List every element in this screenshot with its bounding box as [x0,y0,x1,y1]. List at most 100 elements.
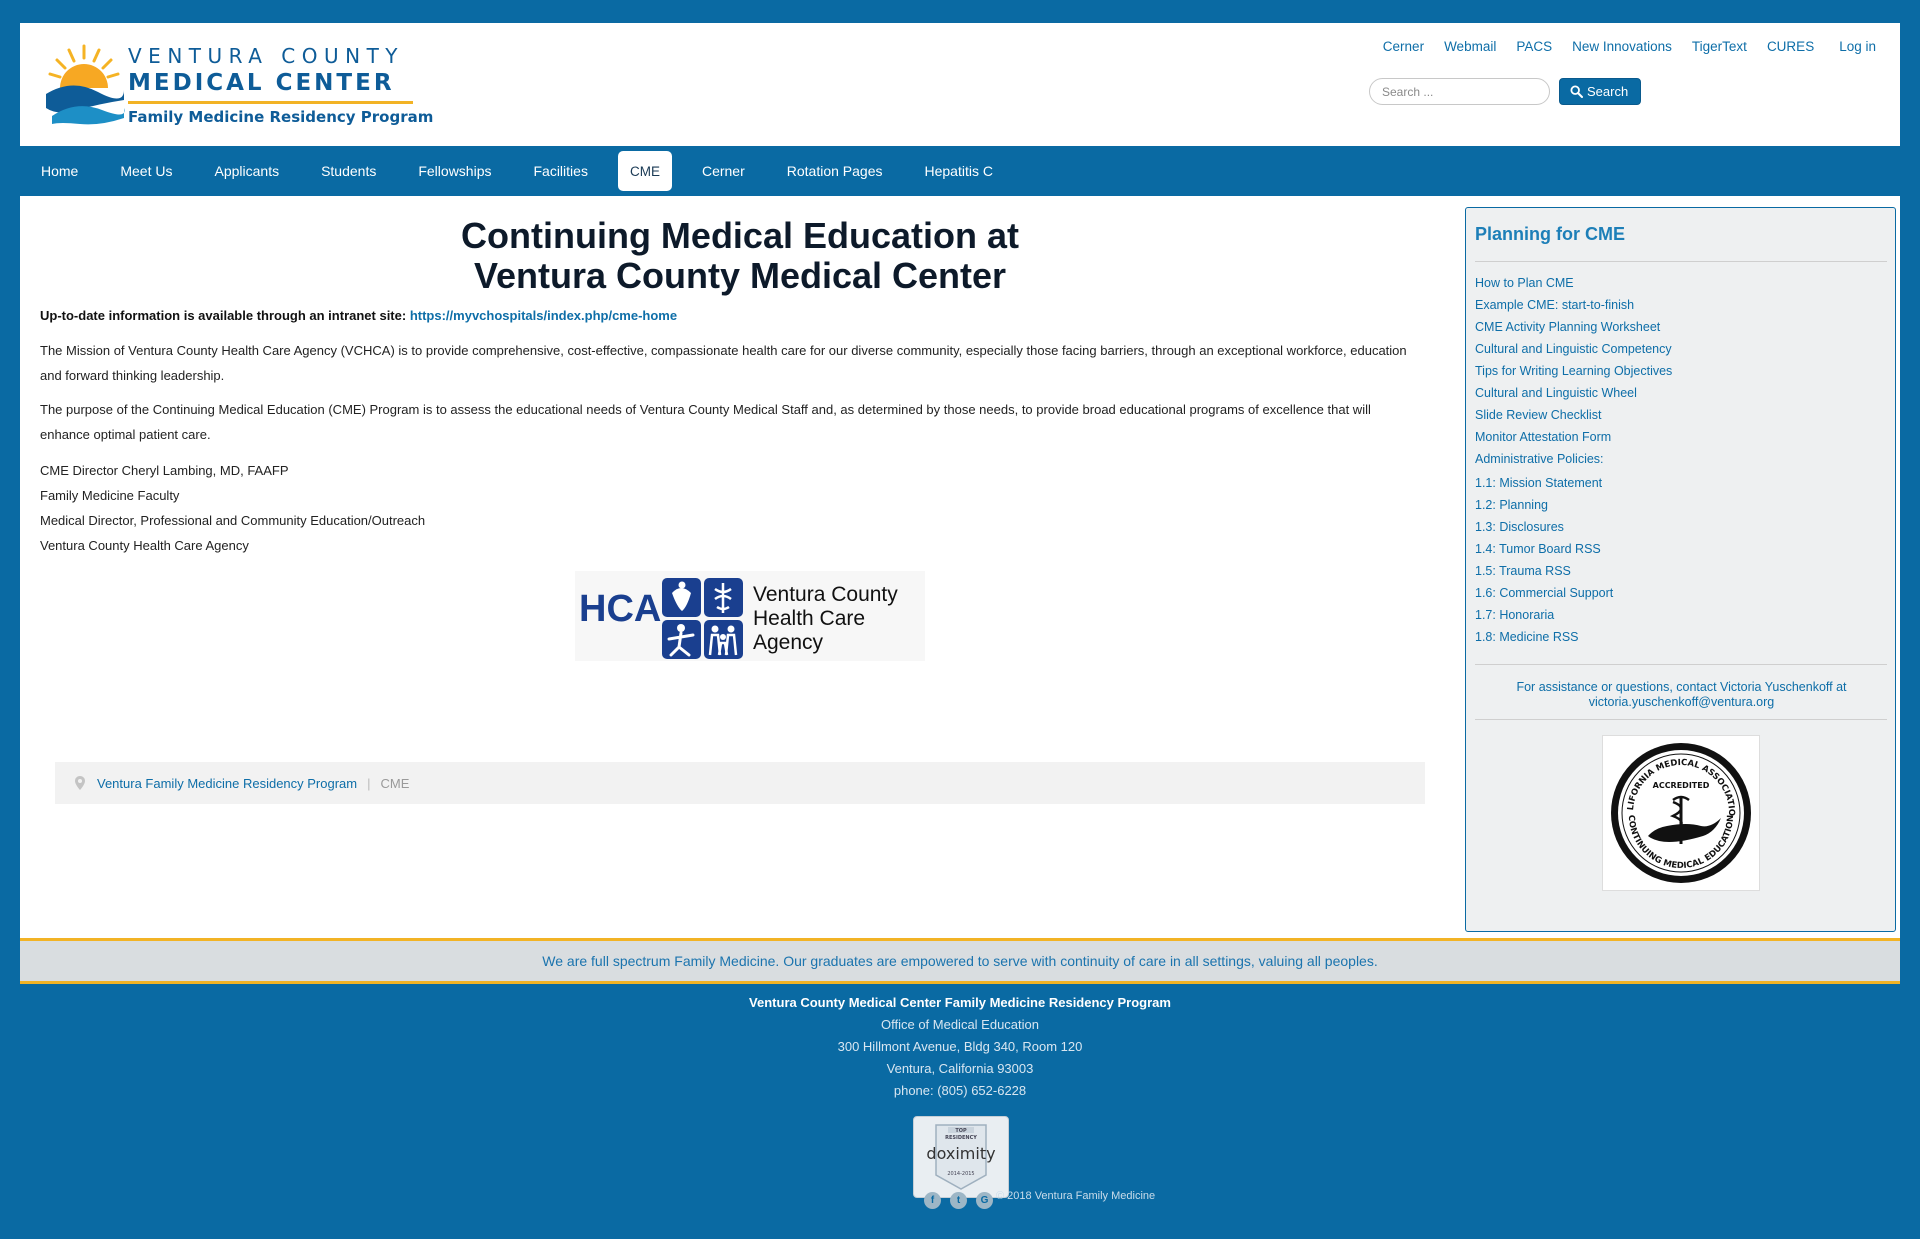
top-link-pacs[interactable]: PACS [1516,39,1552,54]
sidebar-link-cultural-wheel[interactable]: Cultural and Linguistic Wheel [1475,382,1672,404]
footer-office: Office of Medical Education [880,1017,1039,1032]
badge-top-text: TOP [955,1128,967,1134]
contact-text: For assistance or questions, contact Vic… [1516,680,1847,694]
badge-years-text: 2014-2015 [947,1171,974,1177]
nav-item-home[interactable]: Home [20,151,99,191]
footer-city: Ventura, California 93003 [886,1061,1034,1076]
policy-link-disclosures[interactable]: 1.3: Disclosures [1475,516,1613,538]
planning-links: How to Plan CME Example CME: start-to-fi… [1475,272,1672,470]
contact-email-link[interactable]: victoria.yuschenkoff@ventura.org [1589,695,1774,709]
purpose-paragraph: The purpose of the Continuing Medical Ed… [40,402,1371,442]
policy-link-honoraria[interactable]: 1.7: Honoraria [1475,604,1613,626]
copyright-text: © 2018 Ventura Family Medicine [996,1190,1156,1202]
intranet-info-text: Up-to-date information is available thro… [40,308,407,323]
logo-text-county: VENTURA COUNTY [128,44,404,68]
sidebar-link-learning-objectives[interactable]: Tips for Writing Learning Objectives [1475,360,1672,382]
doximity-badge[interactable]: TOP RESIDENCY doximity 2014-2015 [913,1116,1009,1198]
footer-org-name: Ventura County Medical Center Family Med… [749,995,1171,1010]
main-nav: Home Meet Us Applicants Students Fellows… [20,151,1900,191]
page-title-line-2: Ventura County Medical Center [473,255,1007,296]
hca-logo: HCA Ventura County Health Care Agency [575,571,925,661]
sunrise-wave-icon [46,44,125,125]
policy-link-trauma[interactable]: 1.5: Trauma RSS [1475,560,1613,582]
social-links: f t G [924,1192,993,1209]
nav-item-cme[interactable]: CME [617,151,672,191]
site-footer: Ventura County Medical Center Family Med… [0,992,1920,1102]
cme-staff-list: CME Director Cheryl Lambing, MD, FAAFP F… [40,458,425,558]
sidebar-link-how-to-plan[interactable]: How to Plan CME [1475,272,1672,294]
breadcrumb: Ventura Family Medicine Residency Progra… [55,762,1425,804]
seal-accredited-text: ACCREDITED [1653,781,1710,790]
search-icon [1570,85,1583,98]
mission-paragraph: The Mission of Ventura County Health Car… [40,343,1407,383]
nav-item-facilities[interactable]: Facilities [512,151,608,191]
breadcrumb-home-link[interactable]: Ventura Family Medicine Residency Progra… [97,776,357,791]
sidebar-title: Planning for CME [1475,224,1625,244]
top-link-tigertext[interactable]: TigerText [1692,39,1747,54]
nav-item-cerner[interactable]: Cerner [681,151,766,191]
hca-name-line-2: Health Care [753,607,865,630]
sidebar-link-cultural-competency[interactable]: Cultural and Linguistic Competency [1475,338,1672,360]
login-link[interactable]: Log in [1839,39,1876,54]
intranet-info: Up-to-date information is available thro… [40,308,677,323]
sidebar-divider [1475,261,1887,262]
location-pin-icon [75,776,85,790]
facebook-icon[interactable]: f [924,1192,941,1209]
logo-text-medical-center: MEDICAL CENTER [128,70,395,96]
mission-banner: We are full spectrum Family Medicine. Ou… [20,938,1900,984]
vcmc-logo[interactable]: VENTURA COUNTY MEDICAL CENTER Family Med… [42,38,433,128]
page-title-line-1: Continuing Medical Education at [461,215,1019,256]
hca-name-line-1: Ventura County [753,583,898,606]
policy-link-medicine-rss[interactable]: 1.8: Medicine RSS [1475,626,1613,648]
cma-accreditation-seal: CALIFORNIA MEDICAL ASSOCIATION CONTINUIN… [1599,729,1760,891]
policy-link-tumor-board[interactable]: 1.4: Tumor Board RSS [1475,538,1613,560]
breadcrumb-separator: | [367,775,371,791]
top-link-cures[interactable]: CURES [1767,39,1814,54]
policy-link-planning[interactable]: 1.2: Planning [1475,494,1613,516]
badge-brand-text: doximity [926,1144,995,1163]
utility-links: Cerner Webmail PACS New Innovations Tige… [1363,39,1876,54]
staff-line: Medical Director, Professional and Commu… [40,513,426,528]
intranet-link[interactable]: https://myvchospitals/index.php/cme-home [410,308,677,323]
hca-abbr: HCA [579,588,661,630]
sidebar-divider [1475,719,1887,720]
badge-residency-text: RESIDENCY [945,1135,977,1141]
sidebar-link-slide-review[interactable]: Slide Review Checklist [1475,404,1672,426]
page-title: Continuing Medical Education at Ventura … [40,216,1440,296]
top-link-webmail[interactable]: Webmail [1444,39,1496,54]
twitter-icon[interactable]: t [950,1192,967,1209]
nav-item-fellowships[interactable]: Fellowships [397,151,512,191]
staff-line: Family Medicine Faculty [40,488,180,503]
google-plus-icon[interactable]: G [976,1192,993,1209]
search-button[interactable]: Search [1559,78,1642,105]
nav-item-applicants[interactable]: Applicants [193,151,300,191]
policy-link-commercial-support[interactable]: 1.6: Commercial Support [1475,582,1613,604]
nav-item-meet-us[interactable]: Meet Us [99,151,193,191]
logo-divider [128,101,413,104]
main-content-area: Continuing Medical Education at Ventura … [20,196,1900,938]
nav-item-rotation-pages[interactable]: Rotation Pages [766,151,904,191]
search-form: Search [1369,78,1642,105]
top-link-new-innovations[interactable]: New Innovations [1572,39,1672,54]
footer-address: 300 Hillmont Avenue, Bldg 340, Room 120 [837,1039,1083,1054]
sidebar-divider [1475,664,1887,665]
administrative-policies-label: Administrative Policies: [1475,452,1604,466]
search-input[interactable] [1369,78,1550,105]
breadcrumb-current: CME [380,775,410,791]
logo-text-program: Family Medicine Residency Program [128,108,434,126]
footer-phone: phone: (805) 652-6228 [893,1083,1027,1098]
sidebar-link-planning-worksheet[interactable]: CME Activity Planning Worksheet [1475,316,1672,338]
staff-line: Ventura County Health Care Agency [40,538,249,553]
nav-item-students[interactable]: Students [300,151,397,191]
hca-name-line-3: Agency [753,631,824,654]
cme-contact: For assistance or questions, contact Vic… [1466,680,1897,710]
policy-links: 1.1: Mission Statement 1.2: Planning 1.3… [1475,472,1613,648]
policy-link-mission-statement[interactable]: 1.1: Mission Statement [1475,472,1613,494]
nav-item-hepatitis-c[interactable]: Hepatitis C [903,151,1013,191]
top-link-cerner[interactable]: Cerner [1383,39,1424,54]
sidebar-link-monitor-attestation[interactable]: Monitor Attestation Form [1475,426,1672,448]
search-button-label: Search [1587,84,1629,99]
staff-line: CME Director Cheryl Lambing, MD, FAAFP [40,463,289,478]
sidebar-link-example-cme[interactable]: Example CME: start-to-finish [1475,294,1672,316]
cme-planning-sidebar: Planning for CME How to Plan CME Example… [1465,207,1896,932]
